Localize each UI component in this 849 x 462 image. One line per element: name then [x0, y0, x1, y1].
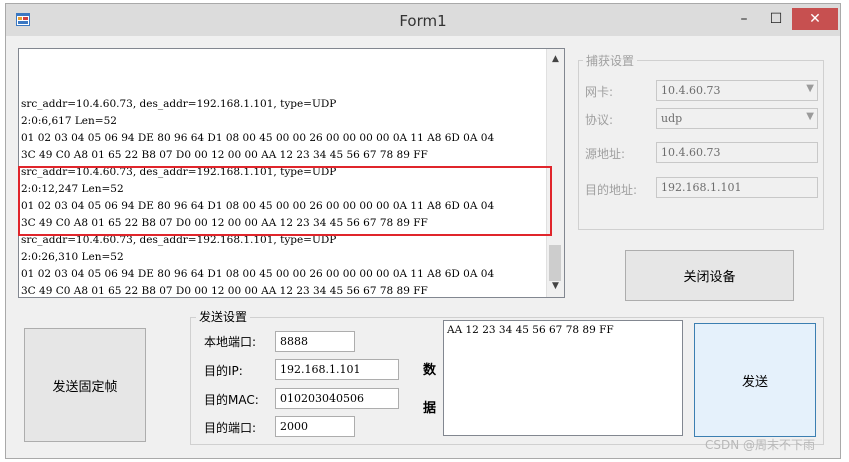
send-settings-title: 发送设置 [196, 308, 251, 325]
close-button[interactable]: ✕ [792, 8, 838, 30]
log-line: 01 02 03 04 05 06 94 DE 80 96 64 D1 08 0… [21, 132, 495, 144]
source-address-label: 源地址: [585, 147, 626, 161]
log-scrollbar[interactable]: ▲ ▼ [546, 49, 564, 297]
log-line: 2:0:6,617 Len=52 [21, 115, 117, 127]
log-line: src_addr=10.4.60.73, des_addr=192.168.1.… [21, 98, 337, 110]
title-bar: Form1 – ☐ ✕ [6, 4, 840, 36]
window-title: Form1 [399, 12, 447, 30]
send-data-textbox[interactable]: AA 12 23 34 45 56 67 78 89 FF [443, 320, 683, 436]
destination-ip-label: 目的IP: [204, 364, 243, 378]
chevron-down-icon[interactable]: ▼ [547, 278, 564, 295]
watermark: CSDN @周末不下雨 [705, 438, 816, 452]
log-line: 3C 49 C0 A8 01 65 22 B8 07 D0 00 12 00 0… [21, 149, 428, 161]
log-line: 2:0:12,247 Len=52 [21, 183, 124, 195]
log-line: src_addr=10.4.60.73, des_addr=192.168.1.… [21, 166, 337, 178]
destination-mac-field[interactable]: 010203040506 [275, 388, 399, 409]
scrollbar-thumb[interactable] [549, 245, 561, 281]
maximize-button[interactable]: ☐ [762, 8, 790, 30]
destination-port-label: 目的端口: [204, 421, 257, 435]
log-line: 01 02 03 04 05 06 94 DE 80 96 64 D1 08 0… [21, 200, 495, 212]
local-port-field[interactable]: 8888 [275, 331, 355, 352]
destination-ip-field[interactable]: 192.168.1.101 [275, 359, 399, 380]
nic-dropdown[interactable]: 10.4.60.73 ▼ [656, 80, 818, 101]
log-line: 2:0:26,310 Len=52 [21, 251, 124, 263]
log-line: 01 02 03 04 05 06 94 DE 80 96 64 D1 08 0… [21, 268, 495, 280]
send-button[interactable]: 发送 [694, 323, 816, 437]
chevron-down-icon: ▼ [806, 83, 814, 94]
chevron-up-icon[interactable]: ▲ [547, 51, 564, 68]
log-line: 3C 49 C0 A8 01 65 22 B8 07 D0 00 12 00 0… [21, 285, 428, 297]
source-address-field[interactable]: 10.4.60.73 [656, 142, 818, 163]
protocol-value: udp [661, 112, 683, 125]
data-label-top: 数 [423, 363, 437, 378]
log-lines: src_addr=10.4.60.73, des_addr=192.168.1.… [21, 96, 495, 297]
minimize-button[interactable]: – [730, 8, 758, 30]
close-device-button[interactable]: 关闭设备 [625, 250, 794, 301]
chevron-down-icon: ▼ [806, 111, 814, 122]
destination-mac-label: 目的MAC: [204, 393, 259, 407]
packet-log-textbox[interactable]: src_addr=10.4.60.73, des_addr=192.168.1.… [18, 48, 565, 298]
send-fixed-frame-button[interactable]: 发送固定帧 [24, 328, 146, 442]
local-port-label: 本地端口: [204, 335, 257, 349]
destination-address-field[interactable]: 192.168.1.101 [656, 177, 818, 198]
destination-address-label: 目的地址: [585, 183, 638, 197]
protocol-label: 协议: [585, 113, 614, 127]
destination-port-field[interactable]: 2000 [275, 416, 355, 437]
nic-value: 10.4.60.73 [661, 84, 721, 97]
log-line: src_addr=10.4.60.73, des_addr=192.168.1.… [21, 234, 337, 246]
data-label-bottom: 据 [423, 401, 437, 416]
protocol-dropdown[interactable]: udp ▼ [656, 108, 818, 129]
log-line: 3C 49 C0 A8 01 65 22 B8 07 D0 00 12 00 0… [21, 217, 428, 229]
nic-label: 网卡: [585, 85, 614, 99]
capture-settings-title: 捕获设置 [583, 52, 638, 69]
